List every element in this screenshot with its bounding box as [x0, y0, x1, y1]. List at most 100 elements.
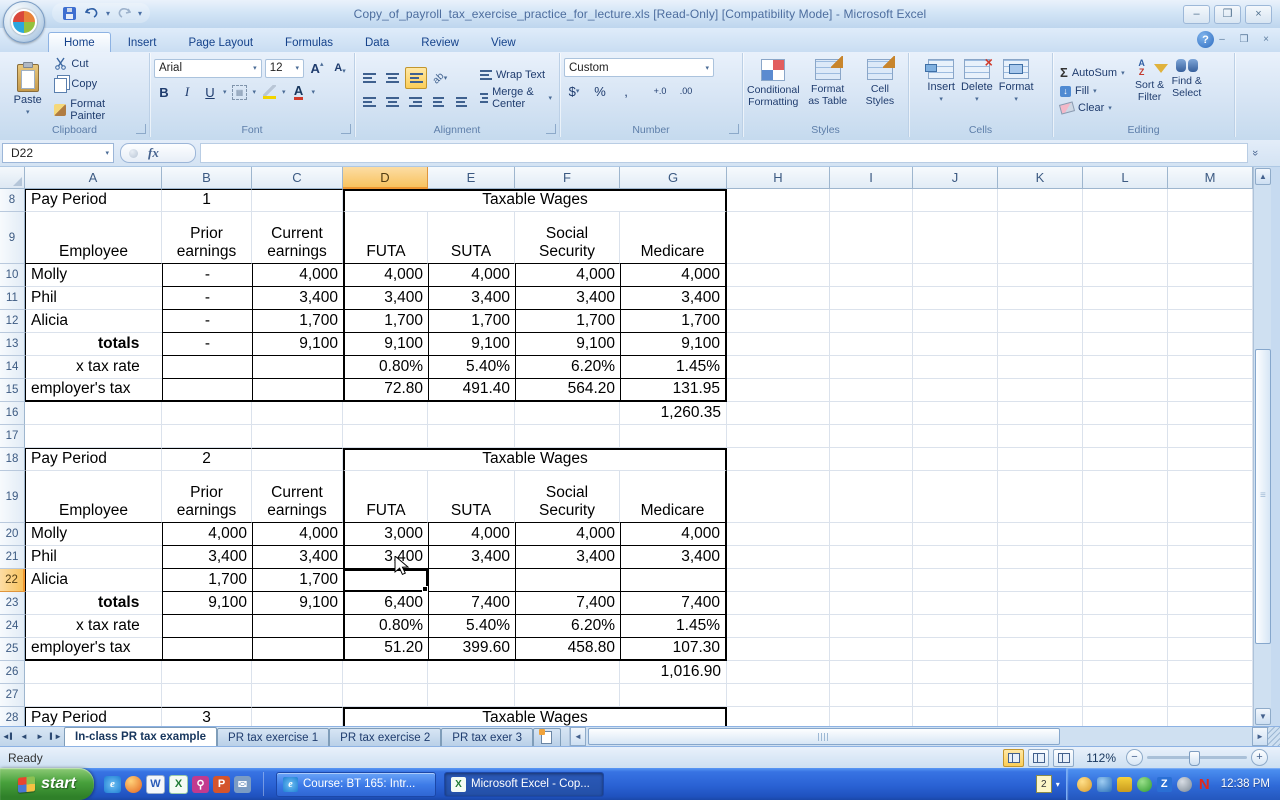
row-header-8[interactable]: 8: [0, 189, 25, 212]
cell-M8[interactable]: [1168, 189, 1253, 212]
cell-G19[interactable]: Medicare: [620, 471, 727, 523]
cell-F19[interactable]: Social Security: [515, 471, 620, 523]
cell-D20[interactable]: 3,000: [343, 523, 428, 546]
cell-C9[interactable]: Current earnings: [252, 212, 343, 264]
increase-decimal-button[interactable]: +.0: [650, 81, 670, 101]
cell-J10[interactable]: [913, 264, 998, 287]
cell-J21[interactable]: [913, 546, 998, 569]
cell-H17[interactable]: [727, 425, 830, 448]
cell-B28[interactable]: 3: [162, 707, 252, 726]
cell-D14[interactable]: 0.80%: [343, 356, 428, 379]
cell-I17[interactable]: [830, 425, 913, 448]
cell-H18[interactable]: [727, 448, 830, 471]
cell-A12[interactable]: Alicia: [25, 310, 162, 333]
cell-C8[interactable]: [252, 189, 343, 212]
bottom-align-button[interactable]: [405, 67, 427, 89]
row-header-9[interactable]: 9: [0, 212, 25, 264]
row-header-26[interactable]: 26: [0, 661, 25, 684]
cell-L13[interactable]: [1083, 333, 1168, 356]
zoom-slider[interactable]: [1147, 751, 1247, 766]
scroll-right-button[interactable]: ►: [1252, 727, 1268, 746]
quicklaunch-powerpoint-icon[interactable]: P: [213, 775, 230, 793]
cell-J18[interactable]: [913, 448, 998, 471]
cell-I23[interactable]: [830, 592, 913, 615]
scroll-up-button[interactable]: ▲: [1255, 168, 1271, 185]
cell-B26[interactable]: [162, 661, 252, 684]
tray-icon-4[interactable]: [1136, 776, 1152, 792]
cell-E16[interactable]: [428, 402, 515, 425]
row-header-17[interactable]: 17: [0, 425, 25, 448]
cell-C11[interactable]: 3,400: [252, 287, 343, 310]
cell-L24[interactable]: [1083, 615, 1168, 638]
cell-J22[interactable]: [913, 569, 998, 592]
cell-I12[interactable]: [830, 310, 913, 333]
zoom-out-button[interactable]: −: [1126, 749, 1143, 766]
fill-color-button[interactable]: [259, 82, 279, 102]
bold-button[interactable]: B: [154, 82, 174, 102]
cell-H27[interactable]: [727, 684, 830, 707]
cell-M28[interactable]: [1168, 707, 1253, 726]
column-header-C[interactable]: C: [252, 167, 343, 189]
cell-H8[interactable]: [727, 189, 830, 212]
cell-B11[interactable]: -: [162, 287, 252, 310]
cell-A13[interactable]: totals: [25, 333, 162, 356]
percent-style-button[interactable]: %: [590, 81, 610, 101]
cell-H21[interactable]: [727, 546, 830, 569]
cell-D23[interactable]: 6,400: [343, 592, 428, 615]
cell-F26[interactable]: [515, 661, 620, 684]
undo-dropdown-arrow[interactable]: ▾: [106, 9, 110, 18]
cell-H22[interactable]: [727, 569, 830, 592]
cell-J26[interactable]: [913, 661, 998, 684]
cell-M25[interactable]: [1168, 638, 1253, 661]
cell-B25[interactable]: [162, 638, 252, 661]
next-sheet-button[interactable]: ►: [32, 727, 48, 746]
cell-A26[interactable]: [25, 661, 162, 684]
cell-C15[interactable]: [252, 379, 343, 402]
workbook-restore-button[interactable]: ❒: [1236, 33, 1252, 46]
tray-mini-icon[interactable]: 2: [1035, 775, 1052, 793]
autosum-button[interactable]: Σ AutoSum ▾: [1057, 64, 1128, 81]
number-dialog-launcher[interactable]: [729, 124, 739, 134]
row-header-23[interactable]: 23: [0, 592, 25, 615]
cell-L12[interactable]: [1083, 310, 1168, 333]
cell-M22[interactable]: [1168, 569, 1253, 592]
cell-C12[interactable]: 1,700: [252, 310, 343, 333]
cell-K20[interactable]: [998, 523, 1083, 546]
cell-B15[interactable]: [162, 379, 252, 402]
cell-L19[interactable]: [1083, 471, 1168, 523]
cell-J14[interactable]: [913, 356, 998, 379]
column-header-D[interactable]: D: [343, 167, 428, 189]
column-header-G[interactable]: G: [620, 167, 727, 189]
alignment-dialog-launcher[interactable]: [546, 124, 556, 134]
cell-B12[interactable]: -: [162, 310, 252, 333]
cell-C20[interactable]: 4,000: [252, 523, 343, 546]
cell-K28[interactable]: [998, 707, 1083, 726]
delete-cells-button[interactable]: Delete ▾: [961, 54, 993, 123]
cell-H20[interactable]: [727, 523, 830, 546]
cell-D28[interactable]: Taxable Wages: [343, 707, 727, 726]
wrap-text-button[interactable]: Wrap Text: [477, 68, 555, 82]
cell-C26[interactable]: [252, 661, 343, 684]
cell-M14[interactable]: [1168, 356, 1253, 379]
view-page-layout-button[interactable]: [1028, 748, 1050, 767]
cell-E13[interactable]: 9,100: [428, 333, 515, 356]
copy-button[interactable]: Copy: [51, 74, 145, 94]
column-header-L[interactable]: L: [1083, 167, 1168, 189]
cell-I26[interactable]: [830, 661, 913, 684]
decrease-indent-button[interactable]: [428, 92, 448, 112]
align-left-button[interactable]: [359, 92, 379, 112]
row-header-21[interactable]: 21: [0, 546, 25, 569]
row-header-19[interactable]: 19: [0, 471, 25, 523]
office-button[interactable]: [3, 1, 45, 43]
row-header-11[interactable]: 11: [0, 287, 25, 310]
decrease-decimal-button[interactable]: .00: [676, 81, 696, 101]
cell-D17[interactable]: [343, 425, 428, 448]
cell-H25[interactable]: [727, 638, 830, 661]
cell-G9[interactable]: Medicare: [620, 212, 727, 264]
cell-C22[interactable]: 1,700: [252, 569, 343, 592]
cell-L10[interactable]: [1083, 264, 1168, 287]
column-header-J[interactable]: J: [913, 167, 998, 189]
cell-D11[interactable]: 3,400: [343, 287, 428, 310]
cell-H15[interactable]: [727, 379, 830, 402]
cell-K11[interactable]: [998, 287, 1083, 310]
